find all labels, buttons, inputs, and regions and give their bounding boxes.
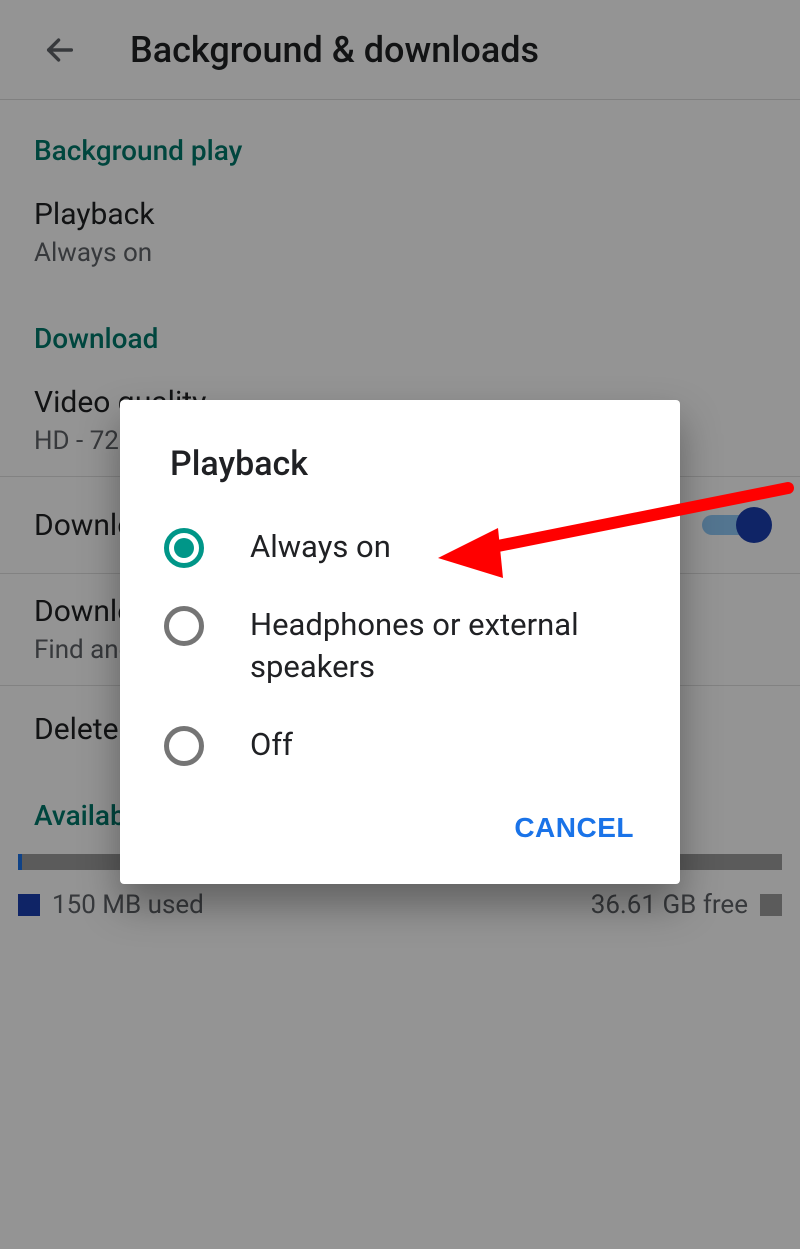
cancel-button[interactable]: CANCEL: [496, 802, 652, 854]
radio-icon: [164, 528, 204, 568]
radio-option-headphones[interactable]: Headphones or external speakers: [120, 586, 680, 706]
radio-label: Off: [250, 724, 293, 766]
dialog-title: Playback: [120, 400, 680, 508]
radio-icon: [164, 606, 204, 646]
radio-label: Always on: [250, 526, 391, 568]
playback-dialog: Playback Always on Headphones or externa…: [120, 400, 680, 884]
radio-option-off[interactable]: Off: [120, 706, 680, 784]
radio-label: Headphones or external speakers: [250, 604, 636, 688]
settings-page: Background & downloads Background play P…: [0, 0, 800, 1249]
radio-icon: [164, 726, 204, 766]
dialog-actions: CANCEL: [120, 784, 680, 878]
radio-option-always-on[interactable]: Always on: [120, 508, 680, 586]
